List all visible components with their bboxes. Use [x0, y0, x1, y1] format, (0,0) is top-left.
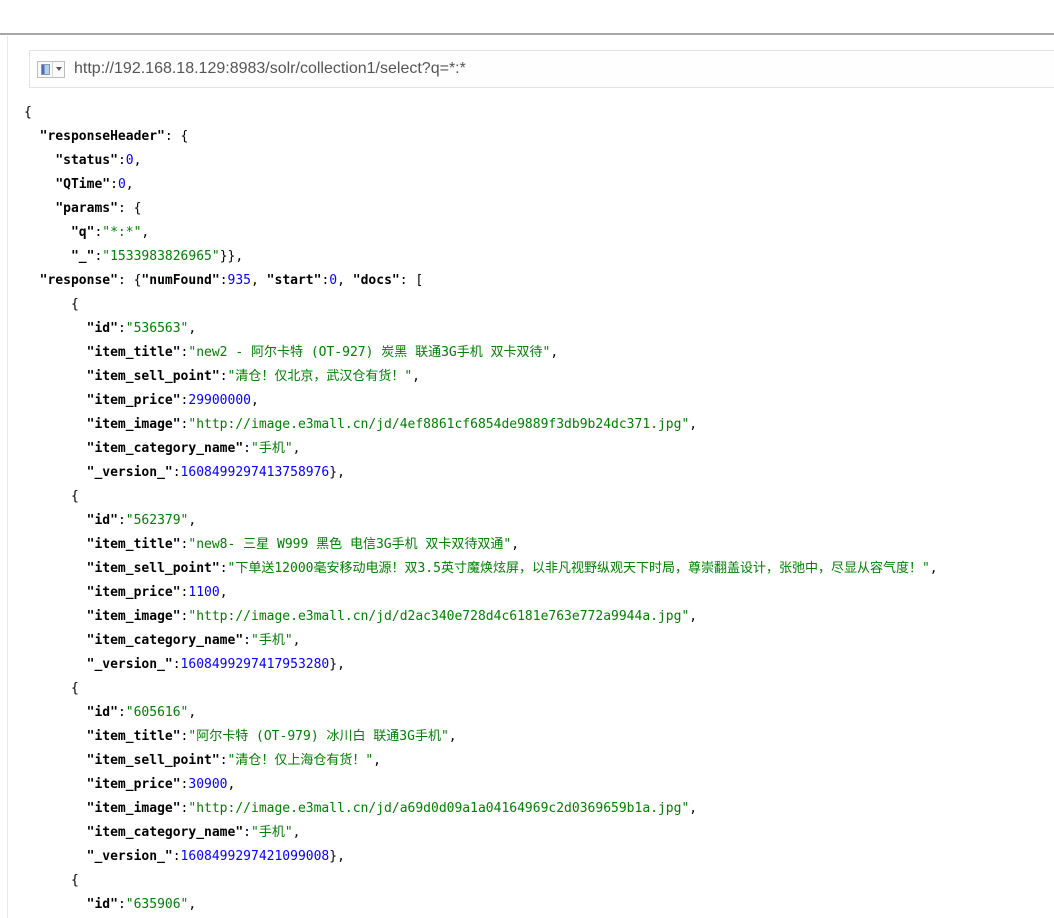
json-line: "id":"536563", [24, 317, 1054, 341]
json-line: "item_image":"http://image.e3mall.cn/jd/… [24, 605, 1054, 629]
json-line: "item_sell_point":"清仓！仅上海仓有货！", [24, 749, 1054, 773]
json-line: "item_category_name":"手机", [24, 821, 1054, 845]
json-line: "item_image":"http://image.e3mall.cn/jd/… [24, 413, 1054, 437]
json-line: "status":0, [24, 149, 1054, 173]
json-line: "QTime":0, [24, 173, 1054, 197]
json-response-view: { "responseHeader": { "status":0, "QTime… [24, 101, 1054, 918]
json-line: { [24, 869, 1054, 893]
json-line: "responseHeader": { [24, 125, 1054, 149]
page-icon [38, 62, 52, 77]
json-line: { [24, 677, 1054, 701]
json-line: "_version_":1608499297417953280}, [24, 653, 1054, 677]
json-line: "item_image":"http://image.e3mall.cn/jd/… [24, 797, 1054, 821]
window-top-divider [0, 33, 1054, 35]
json-line: "q":"*:*", [24, 221, 1054, 245]
json-line: "item_price":29900000, [24, 389, 1054, 413]
json-line: "item_title":"阿尔卡特 (OT-979) 冰川白 联通3G手机", [24, 725, 1054, 749]
chevron-down-icon[interactable] [53, 62, 64, 77]
json-line: "item_sell_point":"清仓！仅北京，武汉仓有货！", [24, 365, 1054, 389]
json-line: "id":"605616", [24, 701, 1054, 725]
json-line: "item_category_name":"手机", [24, 437, 1054, 461]
json-line: { [24, 101, 1054, 125]
address-bar[interactable]: http://192.168.18.129:8983/solr/collecti… [29, 50, 1054, 88]
json-line: "item_sell_point":"下单送12000毫安移动电源！双3.5英寸… [24, 557, 1054, 581]
json-line: { [24, 485, 1054, 509]
json-line: "id":"562379", [24, 509, 1054, 533]
window-left-edge [7, 36, 8, 918]
json-line: "item_title":"new8- 三星 W999 黑色 电信3G手机 双卡… [24, 533, 1054, 557]
json-line: "item_category_name":"手机", [24, 629, 1054, 653]
json-line: "_version_":1608499297421099008}, [24, 845, 1054, 869]
json-line: "_version_":1608499297413758976}, [24, 461, 1054, 485]
json-line: "item_title":"new2 - 阿尔卡特 (OT-927) 炭黑 联通… [24, 341, 1054, 365]
favicon-control[interactable] [37, 61, 65, 78]
json-line: "item_price":30900, [24, 773, 1054, 797]
url-text[interactable]: http://192.168.18.129:8983/solr/collecti… [74, 60, 466, 78]
json-line: "params": { [24, 197, 1054, 221]
json-line: "id":"635906", [24, 893, 1054, 917]
json-line: "response": {"numFound":935, "start":0, … [24, 269, 1054, 293]
json-line: "item_price":1100, [24, 581, 1054, 605]
json-line: { [24, 293, 1054, 317]
json-line: "_":"1533983826965"}}, [24, 245, 1054, 269]
